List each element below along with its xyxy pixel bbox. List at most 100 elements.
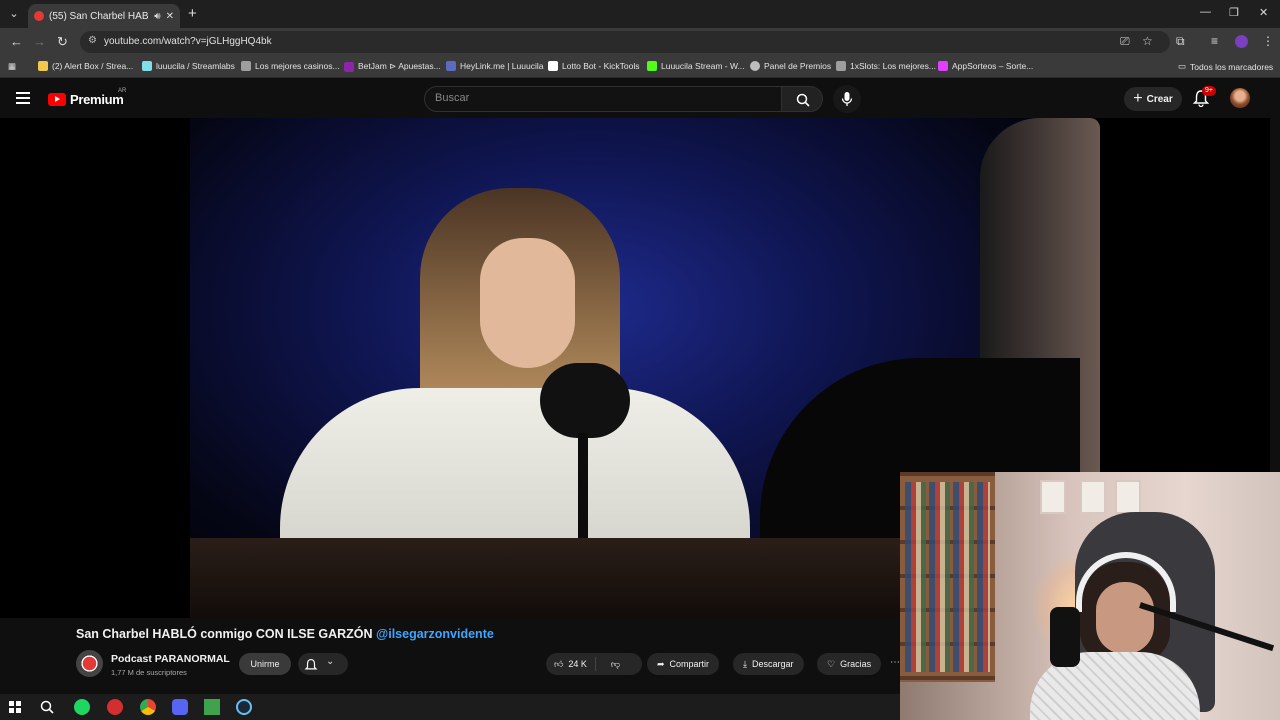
bookmark-item[interactable]: BetJam ⊳ Apuestas... [344, 61, 441, 72]
restore-icon[interactable]: ❐ [1229, 6, 1239, 19]
close-window-icon[interactable]: ✕ [1259, 6, 1268, 19]
extensions-icon[interactable]: ⧉ [1176, 34, 1185, 49]
bookmark-item[interactable]: Los mejores casinos... [241, 61, 340, 71]
wall-frame [1080, 480, 1106, 514]
app-icon[interactable] [107, 699, 123, 715]
browser-tabstrip: ⌄ (55) San Charbel HABLÓ co 🔊︎ ✕ + — ❐ ✕ [0, 0, 1280, 28]
bookmark-item[interactable]: HeyLink.me | Luuucila [446, 61, 543, 71]
bookmark-item[interactable]: (2) Alert Box / Strea... [38, 61, 133, 71]
bookmark-favicon-icon [647, 61, 657, 71]
all-bookmarks-folder[interactable]: ▭ Todos los marcadores [1178, 61, 1273, 72]
spotify-icon[interactable] [74, 699, 90, 715]
reading-list-icon[interactable]: ≡ [1211, 34, 1218, 48]
streamer-microphone [1050, 607, 1080, 667]
youtube-play-logo-icon [48, 93, 66, 106]
speaker-icon[interactable]: 🔊︎ [154, 11, 160, 22]
search-button[interactable] [781, 86, 823, 112]
voice-search-button[interactable] [833, 85, 861, 113]
video-subject-face [480, 238, 575, 368]
minecraft-icon[interactable] [204, 699, 220, 715]
tab-search-icon[interactable]: ⌄ [6, 6, 22, 22]
menu-dots-icon[interactable]: ⋮ [1262, 34, 1274, 48]
apps-icon[interactable]: ▦ [8, 61, 16, 72]
channel-avatar[interactable] [76, 650, 103, 677]
bookmark-item[interactable]: Panel de Premios [750, 61, 831, 71]
tab-active[interactable]: (55) San Charbel HABLÓ co 🔊︎ ✕ [28, 4, 180, 28]
windows-icon[interactable] [9, 701, 21, 713]
webcam-overlay [900, 472, 1280, 720]
folder-icon: ▭ [1178, 61, 1187, 71]
user-avatar[interactable] [1230, 88, 1250, 108]
bookmark-favicon-icon [38, 61, 48, 71]
bookmark-item[interactable]: luuucila / Streamlabs [142, 61, 235, 71]
new-tab-button[interactable]: + [188, 5, 197, 22]
install-app-icon[interactable]: ⎚ [1120, 34, 1130, 49]
bookmark-star-icon[interactable]: ☆ [1142, 34, 1153, 48]
bookmark-item[interactable]: Luuucila Stream - W... [647, 61, 745, 71]
bookmark-item[interactable]: Lotto Bot - KickTools [548, 61, 639, 71]
video-title: San Charbel HABLÓ conmigo CON ILSE GARZÓ… [76, 627, 494, 641]
like-button[interactable]: 👍︎ 24 K [546, 657, 596, 671]
bell-icon [304, 658, 318, 670]
url-text[interactable]: youtube.com/watch?v=jGLHggHQ4bk [104, 36, 272, 47]
bookmark-favicon-icon [750, 61, 760, 71]
bookmark-item[interactable]: AppSorteos – Sorte... [938, 61, 1033, 71]
create-button[interactable]: + Crear [1124, 87, 1182, 111]
search-icon [796, 93, 810, 107]
bookmark-favicon-icon [836, 61, 846, 71]
minimize-icon[interactable]: — [1200, 6, 1211, 18]
youtube-premium-logo[interactable]: Premium AR [48, 88, 126, 107]
profile-avatar[interactable] [1235, 35, 1248, 48]
share-button[interactable]: ➦ Compartir [647, 653, 720, 675]
thumbs-up-icon: 👍︎ [554, 658, 564, 669]
like-dislike-group: 👍︎ 24 K 👎︎ [546, 653, 642, 675]
bookmark-favicon-icon [241, 61, 251, 71]
bookmark-favicon-icon [344, 61, 354, 72]
windows-taskbar [0, 694, 900, 720]
chrome-icon[interactable] [140, 699, 156, 715]
join-button[interactable]: Unirme [239, 653, 291, 675]
chevron-down-icon: ⌄ [326, 656, 335, 667]
subscriber-count: 1,77 M de suscriptores [111, 668, 187, 677]
bookmarks-bar: ▦ (2) Alert Box / Strea... luuucila / St… [0, 56, 1280, 78]
bookmark-favicon-icon [142, 61, 152, 71]
share-arrow-icon: ➦ [657, 658, 665, 669]
search-icon[interactable] [40, 700, 54, 714]
podcast-microphone [540, 363, 630, 438]
wall-frame [1115, 480, 1141, 514]
site-info-icon[interactable]: ⚙ [88, 35, 97, 46]
bookmark-favicon-icon [446, 61, 456, 71]
notification-count-badge: 9+ [1202, 86, 1216, 96]
thumbs-down-icon: 👎︎ [610, 658, 621, 669]
close-tab-icon[interactable]: ✕ [166, 11, 174, 22]
bookmark-item[interactable]: 1xSlots: Los mejores... [836, 61, 936, 71]
bookmark-favicon-icon [548, 61, 558, 71]
download-button[interactable]: ⤓ Descargar [733, 653, 804, 675]
microphone-icon [841, 92, 853, 106]
discord-icon[interactable] [172, 699, 188, 715]
wall-frame [1040, 480, 1066, 514]
youtube-header: Premium AR +Crear 9+ [0, 80, 1280, 118]
bookmark-favicon-icon [938, 61, 948, 71]
youtube-favicon-icon [34, 11, 44, 21]
browser-toolbar: ← → ↻ ⚙ youtube.com/watch?v=jGLHggHQ4bk … [0, 28, 1280, 56]
download-icon: ⤓ [743, 658, 747, 669]
dislike-button[interactable]: 👎︎ [601, 659, 620, 670]
forward-icon[interactable]: → [33, 34, 46, 49]
search-input[interactable] [435, 92, 765, 104]
reload-icon[interactable]: ↻ [57, 34, 68, 50]
back-icon[interactable]: ← [10, 34, 23, 49]
hamburger-menu-icon[interactable] [16, 92, 30, 104]
address-bar[interactable]: ⚙ youtube.com/watch?v=jGLHggHQ4bk [80, 31, 1170, 53]
steam-icon[interactable] [236, 699, 252, 715]
more-actions-icon[interactable]: ⋯ [890, 657, 900, 668]
tab-title: (55) San Charbel HABLÓ co [49, 10, 149, 22]
plus-icon: + [1133, 90, 1143, 107]
video-title-mention[interactable]: @ilsegarzonvidente [376, 627, 494, 641]
thanks-button[interactable]: ♡ Gracias [817, 653, 882, 675]
channel-name[interactable]: Podcast PARANORMAL [111, 653, 230, 665]
subscribed-notifications-button[interactable]: ⌄ [298, 653, 348, 675]
books [905, 482, 990, 672]
thanks-heart-icon: ♡ [827, 658, 836, 669]
search-box[interactable] [424, 86, 782, 112]
